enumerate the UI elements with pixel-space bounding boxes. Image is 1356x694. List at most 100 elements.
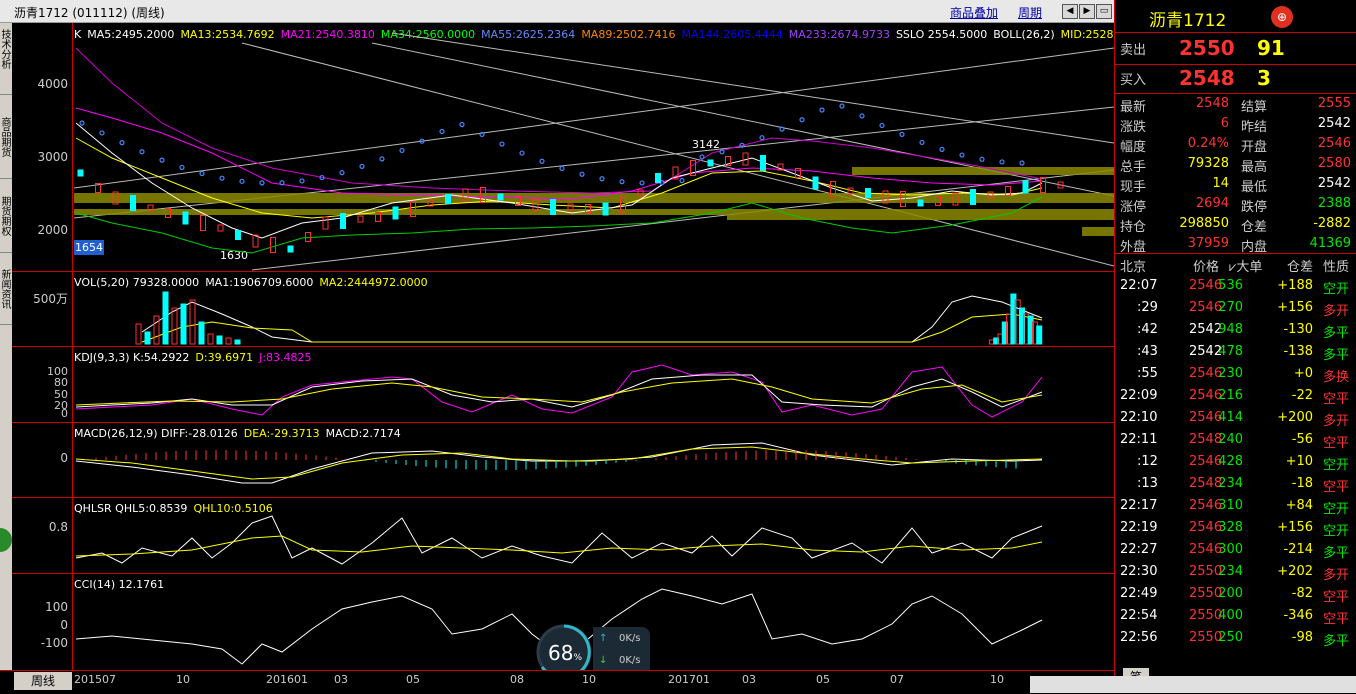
tick-time: 22:49 <box>1120 586 1158 601</box>
sar-dot <box>619 179 625 185</box>
tick-row[interactable]: 22:56 2550 250 -98 多平 <box>1115 630 1356 652</box>
quote-stat-row: 最新 2548 结算 2555 <box>1115 96 1356 118</box>
candle <box>707 159 714 167</box>
tick-nature: 空平 <box>1323 480 1350 495</box>
price-panel[interactable]: K MA5:2495.2000 MA13:2534.7692 MA21:2540.38… <box>12 23 1114 271</box>
sar-dot <box>899 131 905 137</box>
tick-row[interactable]: :43 2542 478 -138 多平 <box>1115 344 1356 366</box>
tick-volume: 310 <box>1218 498 1243 513</box>
stat-value: 2542 <box>1317 176 1351 191</box>
sar-dot <box>239 178 245 184</box>
tick-nature: 空平 <box>1323 612 1350 627</box>
tick-row[interactable]: :12 2546 428 +10 空开 <box>1115 454 1356 476</box>
download-arrow-icon: ↓ <box>599 655 608 666</box>
period-link[interactable]: 周期 <box>1018 4 1042 21</box>
candle <box>130 195 136 211</box>
tick-row[interactable]: 22:10 2546 414 +200 多开 <box>1115 410 1356 432</box>
tick-row[interactable]: :29 2546 270 +156 多开 <box>1115 300 1356 322</box>
period-button[interactable]: 周线 <box>14 672 72 690</box>
qhlsr-panel[interactable]: QHLSR QHL5:0.8539 QHL10:0.5106 0.8 <box>12 497 1114 574</box>
stat-value: 2388 <box>1317 196 1351 211</box>
tick-oi-change: -130 <box>1283 322 1313 337</box>
tick-nature: 空平 <box>1323 392 1350 407</box>
tick-price: 2548 <box>1189 476 1223 491</box>
stat-label: 持仓 <box>1120 220 1147 235</box>
chart-area[interactable]: K MA5:2495.2000 MA13:2534.7692 MA21:2540.38… <box>12 23 1114 680</box>
sar-dot <box>679 177 685 184</box>
buy-qty: 3 <box>1257 66 1271 90</box>
tick-row[interactable]: 22:49 2550 200 -82 空平 <box>1115 586 1356 608</box>
x-axis-label: 03 <box>334 673 348 686</box>
sar-dot <box>559 165 565 172</box>
tick-nature: 多平 <box>1323 546 1350 561</box>
tick-time: 22:19 <box>1120 520 1158 535</box>
sar-dot <box>359 163 365 169</box>
tick-row[interactable]: 22:11 2548 240 -56 空平 <box>1115 432 1356 454</box>
tick-price: 2550 <box>1189 586 1223 601</box>
tab-futures-options[interactable]: 期货期权 <box>0 180 12 253</box>
tab-news[interactable]: 新闻资讯 <box>0 254 12 325</box>
tick-volume: 948 <box>1218 322 1243 337</box>
volume-panel[interactable]: VOL(5,20) 79328.0000 MA1:1906709.6000 MA2:… <box>12 271 1114 347</box>
tick-nature: 多换 <box>1323 370 1350 385</box>
x-axis-label: 201701 <box>668 673 710 686</box>
stat-value: 2548 <box>1195 96 1229 111</box>
sar-dot <box>299 178 305 184</box>
tick-nature: 多平 <box>1323 348 1350 363</box>
tick-header-nature: 性质 <box>1323 260 1350 275</box>
stat-value: 298850 <box>1179 216 1229 231</box>
stat-value: 6 <box>1220 116 1229 131</box>
contract-name: 沥青1712 <box>1149 11 1227 31</box>
tick-price: 2546 <box>1189 410 1223 425</box>
tick-row[interactable]: :13 2548 234 -18 空平 <box>1115 476 1356 498</box>
sar-dot <box>379 156 385 162</box>
candle <box>497 193 504 201</box>
tick-nature: 空开 <box>1323 502 1350 517</box>
tick-time: 22:09 <box>1120 388 1158 403</box>
side-float-icon[interactable] <box>0 528 12 552</box>
overlay-link[interactable]: 商品叠加 <box>950 4 998 21</box>
tick-oi-change: -22 <box>1291 388 1313 403</box>
quote-stat-row: 外盘 37959 内盘 41369 <box>1115 236 1356 258</box>
sar-dot <box>639 180 645 186</box>
tick-volume: 414 <box>1218 410 1243 425</box>
zoom-icon[interactable]: ▭ <box>1096 4 1112 19</box>
tick-row[interactable]: :42 2542 948 -130 多平 <box>1115 322 1356 344</box>
sar-dot <box>839 103 845 109</box>
x-axis-label: 10 <box>582 673 596 686</box>
tick-row[interactable]: 22:54 2550 400 -346 空平 <box>1115 608 1356 630</box>
kdj-panel[interactable]: KDJ(9,3,3) K:54.2922 D:39.6971 J:83.4825 1… <box>12 346 1114 423</box>
tick-oi-change: +202 <box>1277 564 1313 579</box>
quote-stat-row: 涨跌 6 昨结 2542 <box>1115 116 1356 138</box>
sar-dot <box>939 146 945 152</box>
tick-row[interactable]: :55 2546 230 +0 多换 <box>1115 366 1356 388</box>
candle <box>812 176 819 190</box>
tick-row[interactable]: 22:09 2546 216 -22 空平 <box>1115 388 1356 410</box>
scroll-right-icon[interactable]: ▶ <box>1079 4 1095 19</box>
tick-volume: 300 <box>1218 542 1243 557</box>
window-title: 沥青1712 (011112) (周线) <box>14 6 165 20</box>
tick-row[interactable]: 22:19 2546 328 +156 空开 <box>1115 520 1356 542</box>
stat-value: -2882 <box>1313 216 1351 231</box>
tick-row[interactable]: 22:27 2546 300 -214 多平 <box>1115 542 1356 564</box>
sar-dot <box>779 126 785 132</box>
tick-row[interactable]: 22:17 2546 310 +84 空开 <box>1115 498 1356 520</box>
candle <box>200 215 206 231</box>
quote-header: 沥青1712 ⊕ <box>1115 0 1356 33</box>
tick-oi-change: +188 <box>1277 278 1313 293</box>
stat-value: 2555 <box>1317 96 1351 111</box>
candle <box>357 215 364 223</box>
macd-panel[interactable]: MACD(26,12,9) DIFF:-28.0126 DEA:-29.3713 M… <box>12 422 1114 498</box>
stat-label: 涨停 <box>1120 200 1147 215</box>
stat-value: 79328 <box>1187 156 1229 171</box>
tab-commodity-futures[interactable]: 商品期货 <box>0 96 12 179</box>
tick-volume: 478 <box>1218 344 1243 359</box>
quote-stat-row: 持仓 298850 仓差 -2882 <box>1115 216 1356 238</box>
volume-bar <box>135 323 142 345</box>
tick-nature: 多开 <box>1323 304 1350 319</box>
tick-row[interactable]: 22:07 2546 536 +188 空开 <box>1115 278 1356 300</box>
tick-oi-change: +200 <box>1277 410 1313 425</box>
x-axis-label: 201601 <box>266 673 308 686</box>
scroll-left-icon[interactable]: ◀ <box>1062 4 1078 19</box>
tick-row[interactable]: 22:30 2550 234 +202 多开 <box>1115 564 1356 586</box>
